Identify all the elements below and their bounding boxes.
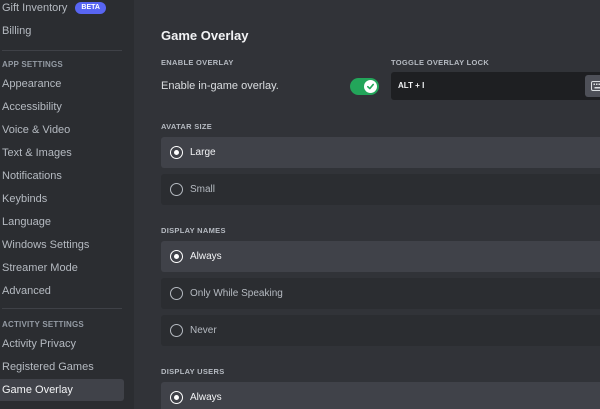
sidebar-item-label: Keybinds <box>2 193 48 205</box>
sidebar-item-label: Accessibility <box>2 101 62 113</box>
radio-label: Never <box>190 325 217 336</box>
sidebar-item-keybinds[interactable]: Keybinds <box>0 188 124 210</box>
radio-label: Always <box>190 392 222 403</box>
radio-selected-icon <box>170 391 183 404</box>
page-title: Game Overlay <box>161 28 249 43</box>
enable-overlay-label: ENABLE OVERLAY <box>161 58 234 67</box>
radio-unselected-icon <box>170 287 183 300</box>
radio-label: Large <box>190 147 216 158</box>
beta-badge: BETA <box>75 2 106 15</box>
sidebar-item-language[interactable]: Language <box>0 211 124 233</box>
sidebar-item-label: Windows Settings <box>2 239 90 251</box>
sidebar-item-label: Language <box>2 216 51 228</box>
sidebar-item-label: Voice & Video <box>2 124 71 136</box>
enable-overlay-toggle[interactable] <box>350 78 379 95</box>
sidebar-item-gift-inventory[interactable]: Gift Inventory BETA <box>0 0 124 19</box>
enable-overlay-text: Enable in-game overlay. <box>161 80 279 92</box>
sidebar-item-text-images[interactable]: Text & Images <box>0 142 124 164</box>
sidebar-divider <box>2 308 122 309</box>
radio-label: Only While Speaking <box>190 288 283 299</box>
sidebar-item-advanced[interactable]: Advanced <box>0 280 124 302</box>
keybind-value: ALT + I <box>398 81 425 90</box>
toggle-knob <box>364 80 377 93</box>
display-users-label: DISPLAY USERS <box>161 367 225 376</box>
sidebar-item-label: Streamer Mode <box>2 262 78 274</box>
sidebar-item-accessibility[interactable]: Accessibility <box>0 96 124 118</box>
sidebar-item-label: Billing <box>2 25 32 37</box>
sidebar-item-activity-privacy[interactable]: Activity Privacy <box>0 333 124 355</box>
sidebar-item-label: Gift Inventory <box>2 2 68 14</box>
sidebar-item-label: Notifications <box>2 170 62 182</box>
avatar-size-label: AVATAR SIZE <box>161 122 213 131</box>
radio-unselected-icon <box>170 324 183 337</box>
avatar-size-large-option[interactable]: Large <box>161 137 600 168</box>
overlay-lock-keybind[interactable]: ALT + I <box>391 72 600 100</box>
sidebar-item-label: Registered Games <box>2 361 94 373</box>
sidebar-item-label: Appearance <box>2 78 62 90</box>
settings-content: Game Overlay ENABLE OVERLAY Enable in-ga… <box>134 0 600 409</box>
radio-label: Small <box>190 184 216 195</box>
settings-sidebar: Gift Inventory BETA Billing APP SETTINGS … <box>0 0 134 409</box>
sidebar-item-label: Activity Privacy <box>2 338 76 350</box>
checkmark-icon <box>366 83 375 90</box>
sidebar-divider <box>2 50 122 51</box>
sidebar-item-windows-settings[interactable]: Windows Settings <box>0 234 124 256</box>
avatar-size-small-option[interactable]: Small <box>161 174 600 205</box>
display-users-always-option[interactable]: Always <box>161 382 600 409</box>
radio-selected-icon <box>170 146 183 159</box>
app-settings-header: APP SETTINGS <box>2 60 63 69</box>
sidebar-item-label: Text & Images <box>2 147 72 159</box>
sidebar-item-label: Game Overlay <box>2 384 73 396</box>
activity-settings-header: ACTIVITY SETTINGS <box>2 320 84 329</box>
radio-label: Always <box>190 251 222 262</box>
sidebar-item-game-overlay[interactable]: Game Overlay <box>0 379 124 401</box>
sidebar-item-streamer-mode[interactable]: Streamer Mode <box>0 257 124 279</box>
radio-unselected-icon <box>170 183 183 196</box>
sidebar-item-notifications[interactable]: Notifications <box>0 165 124 187</box>
sidebar-item-billing[interactable]: Billing <box>0 20 124 42</box>
sidebar-item-registered-games[interactable]: Registered Games <box>0 356 124 378</box>
sidebar-item-label: Advanced <box>2 285 51 297</box>
display-names-speaking-option[interactable]: Only While Speaking <box>161 278 600 309</box>
display-names-always-option[interactable]: Always <box>161 241 600 272</box>
radio-selected-icon <box>170 250 183 263</box>
toggle-overlay-lock-label: TOGGLE OVERLAY LOCK <box>391 58 490 67</box>
display-names-never-option[interactable]: Never <box>161 315 600 346</box>
record-keybind-button[interactable] <box>585 75 600 97</box>
sidebar-item-appearance[interactable]: Appearance <box>0 73 124 95</box>
sidebar-item-voice-video[interactable]: Voice & Video <box>0 119 124 141</box>
keyboard-icon <box>591 81 600 91</box>
display-names-label: DISPLAY NAMES <box>161 226 226 235</box>
